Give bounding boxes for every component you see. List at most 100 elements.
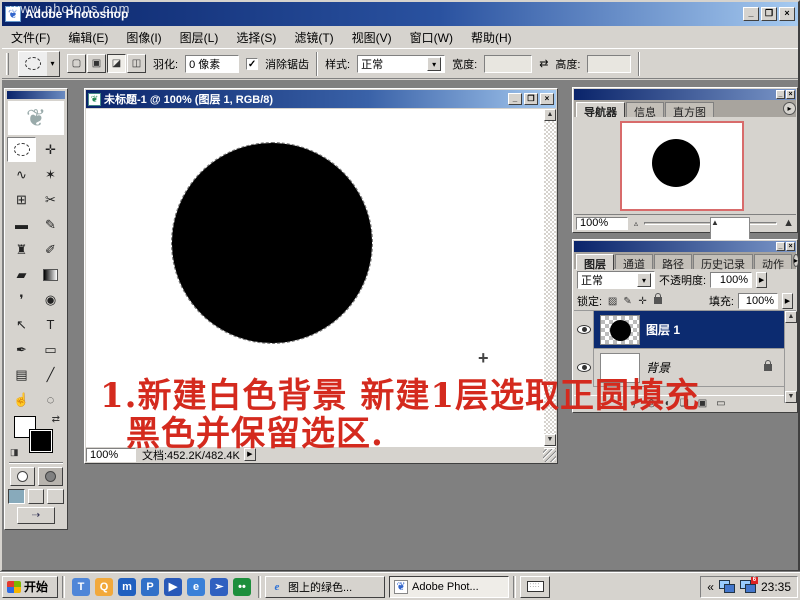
zoom-out-icon[interactable]: ▵ [634, 219, 638, 228]
layer-name[interactable]: 图层 1 [646, 321, 680, 338]
photoshop-feather-logo[interactable]: ❦ [8, 101, 64, 135]
internet-explorer-icon[interactable]: e [187, 578, 205, 596]
maxthon-icon[interactable]: m [118, 578, 136, 596]
document-titlebar[interactable]: ❦ 未标题-1 @ 100% (图层 1, RGB/8) _ ❐ × [86, 90, 556, 108]
scroll-down-icon[interactable]: ▼ [544, 434, 556, 446]
navigator-proxy-view[interactable] [620, 121, 744, 211]
palette-minimize-button[interactable]: _ [776, 242, 785, 251]
menu-item-5[interactable]: 滤镜(T) [285, 27, 342, 48]
menu-item-7[interactable]: 窗口(W) [401, 27, 462, 48]
menu-item-3[interactable]: 图层(L) [171, 27, 228, 48]
type-tool[interactable]: T [36, 312, 65, 337]
zoom-tool[interactable]: ◌ [36, 387, 65, 412]
fill-input[interactable]: 100% [738, 293, 778, 309]
options-grip[interactable] [6, 53, 9, 75]
jump-to-imageready-button[interactable]: ⇢ [17, 507, 55, 524]
tray-chevron-icon[interactable]: « [707, 580, 714, 594]
pplive-icon[interactable]: P [141, 578, 159, 596]
thunder-icon[interactable]: ➢ [210, 578, 228, 596]
background-color-swatch[interactable] [30, 430, 52, 452]
minimize-button[interactable]: _ [743, 7, 759, 21]
height-input[interactable] [587, 55, 631, 73]
window-resize-grip[interactable] [543, 449, 556, 462]
width-input[interactable] [484, 55, 532, 73]
network-icon[interactable] [719, 580, 735, 593]
move-tool[interactable]: ✛ [36, 137, 65, 162]
menu-item-4[interactable]: 选择(S) [227, 27, 285, 48]
history-brush-tool[interactable]: ✐ [36, 237, 65, 262]
tab-信息[interactable]: 信息 [626, 102, 664, 117]
intersect-selection-button[interactable]: ◫ [127, 54, 146, 73]
shape-tool[interactable]: ▭ [36, 337, 65, 362]
palette-close-button[interactable]: × [786, 242, 795, 251]
default-colors-icon[interactable]: ◨ [10, 447, 19, 458]
chevron-down-icon[interactable]: ▾ [637, 273, 651, 287]
tab-历史记录[interactable]: 历史记录 [693, 254, 753, 269]
menu-item-6[interactable]: 视图(V) [343, 27, 401, 48]
add-to-selection-button[interactable]: ▣ [87, 54, 106, 73]
subtract-from-selection-button[interactable]: ◪ [107, 54, 126, 73]
tab-图层[interactable]: 图层 [576, 254, 614, 270]
menu-item-8[interactable]: 帮助(H) [462, 27, 521, 48]
layers-scrollbar[interactable]: ▲ ▼ [784, 311, 796, 403]
lock-paint-icon[interactable]: ✎ [621, 296, 634, 307]
brush-tool[interactable]: ✎ [36, 212, 65, 237]
clone-stamp-tool[interactable]: ♜ [7, 237, 36, 262]
crop-tool[interactable]: ⊞ [7, 187, 36, 212]
pen-tool[interactable]: ✒ [7, 337, 36, 362]
eraser-tool[interactable]: ▰ [7, 262, 36, 287]
opacity-input[interactable]: 100% [710, 272, 752, 288]
taskbar-task-ie[interactable]: e图上的绿色... [265, 576, 385, 598]
doc-minimize-button[interactable]: _ [508, 93, 522, 105]
delete-layer-button[interactable]: ▭ [716, 398, 725, 409]
style-dropdown[interactable]: 正常 ▾ [357, 55, 445, 73]
chevron-down-icon[interactable]: ▾ [47, 52, 58, 76]
media-player-icon[interactable]: ▶ [164, 578, 182, 596]
maximize-button[interactable]: ❐ [761, 7, 777, 21]
tab-导航器[interactable]: 导航器 [576, 102, 625, 118]
feather-input[interactable]: 0 像素 [185, 55, 239, 73]
qq-pet-icon[interactable]: Q [95, 578, 113, 596]
fullscreen-button[interactable] [47, 489, 64, 504]
palette-close-button[interactable]: × [786, 90, 795, 99]
menu-item-1[interactable]: 编辑(E) [59, 27, 117, 48]
magic-wand-tool[interactable]: ✶ [36, 162, 65, 187]
menu-item-2[interactable]: 图像(I) [117, 27, 170, 48]
lasso-tool[interactable]: ∿ [7, 162, 36, 187]
lock-all-icon[interactable] [651, 296, 664, 307]
scroll-up-icon[interactable]: ▲ [544, 109, 556, 121]
antialias-checkbox[interactable]: ✓ [246, 58, 258, 70]
blur-tool[interactable]: ❜ [7, 287, 36, 312]
visibility-cell[interactable] [574, 311, 594, 349]
lock-transparency-icon[interactable]: ▨ [606, 296, 619, 307]
doc-maximize-button[interactable]: ❐ [524, 93, 538, 105]
start-button[interactable]: 开始 [2, 576, 58, 598]
doc-close-button[interactable]: × [540, 93, 554, 105]
tool-preset-picker[interactable]: ▾ [18, 51, 60, 77]
gradient-tool[interactable] [36, 262, 65, 287]
layer1-thumbnail[interactable] [600, 315, 640, 345]
menu-item-0[interactable]: 文件(F) [2, 27, 59, 48]
swap-dimensions-icon[interactable]: ⇄ [539, 57, 548, 70]
zoom-slider[interactable]: ▲ [644, 222, 777, 225]
black-circle-selection[interactable] [172, 143, 372, 343]
tab-路径[interactable]: 路径 [654, 254, 692, 269]
navigator-zoom-input[interactable]: 100% [576, 217, 628, 230]
hand-tool[interactable]: ☝ [7, 387, 36, 412]
quick-mask-button[interactable] [38, 467, 63, 486]
layers-titlebar[interactable]: _ × [574, 241, 796, 252]
input-method-button[interactable]: :::: [520, 576, 550, 598]
close-button[interactable]: × [779, 7, 795, 21]
elliptical-marquee-tool[interactable] [7, 137, 36, 162]
eyedropper-tool[interactable]: ╱ [36, 362, 65, 387]
chevron-down-icon[interactable]: ▾ [427, 57, 441, 71]
swap-colors-icon[interactable]: ⇄ [52, 414, 60, 425]
scroll-down-icon[interactable]: ▼ [785, 391, 797, 403]
taskbar-task-ps[interactable]: ❦Adobe Phot... [389, 576, 509, 598]
updates-icon[interactable]: 6 [740, 580, 756, 593]
zoom-in-icon[interactable]: ▲ [783, 217, 794, 229]
new-selection-button[interactable]: ▢ [67, 54, 86, 73]
tab-动作[interactable]: 动作 [754, 254, 792, 269]
tt-browser-icon[interactable]: T [72, 578, 90, 596]
slice-tool[interactable]: ✂ [36, 187, 65, 212]
